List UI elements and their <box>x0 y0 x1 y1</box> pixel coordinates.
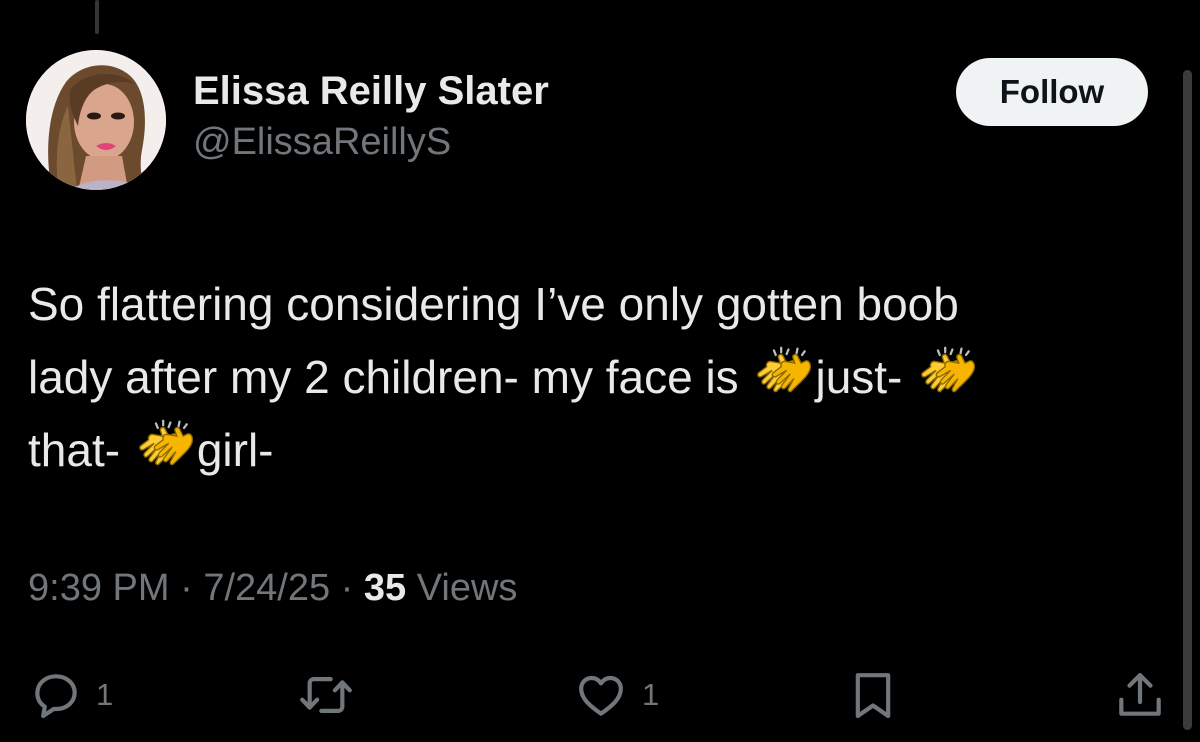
author-display-name[interactable]: Elissa Reilly Slater <box>193 68 549 114</box>
avatar-photo <box>26 50 166 190</box>
tweet-text-segment: girl- <box>196 424 274 476</box>
reply-count: 1 <box>96 677 114 712</box>
tweet-text-line: lady after my 2 children- my face is jus… <box>28 341 1148 414</box>
heart-icon <box>579 675 623 716</box>
tweet-text-segment: just- <box>815 351 916 403</box>
tweet-date[interactable]: 7/24/25 <box>203 567 330 609</box>
author-handle[interactable]: @ElissaReillyS <box>193 118 549 166</box>
bookmark-button[interactable] <box>845 660 901 730</box>
tweet-text-line: So flattering considering I’ve only gott… <box>28 268 1148 341</box>
meta-separator: · <box>340 567 354 609</box>
clapping-hands-emoji <box>921 346 976 393</box>
like-button[interactable]: 1 <box>572 660 659 730</box>
tweet-time[interactable]: 9:39 PM <box>28 567 170 609</box>
thread-connector-line <box>95 0 99 34</box>
share-button[interactable] <box>1112 660 1168 730</box>
tweet-header: Elissa Reilly Slater @ElissaReillyS Foll… <box>26 50 1156 190</box>
follow-button[interactable]: Follow <box>956 58 1148 126</box>
like-count: 1 <box>642 677 660 712</box>
tweet-text-segment: that- <box>28 424 133 476</box>
share-upload-icon <box>1119 673 1161 716</box>
tweet-text-segment: lady after my 2 children- my face is <box>28 351 752 403</box>
tweet-body: So flattering considering I’ve only gott… <box>28 268 1148 487</box>
clapping-hands-emoji <box>757 346 812 393</box>
clapping-hands-emoji <box>139 419 193 466</box>
author-avatar[interactable] <box>26 50 166 190</box>
reply-button[interactable]: 1 <box>28 660 113 730</box>
views-label[interactable]: Views <box>417 567 518 609</box>
author-names: Elissa Reilly Slater @ElissaReillyS <box>193 68 549 166</box>
tweet-meta: 9:39 PM · 7/24/25 · 35 Views <box>28 563 517 613</box>
tweet-text-line: that- girl- <box>28 414 1148 487</box>
tweet-text-segment: So flattering considering I’ve only gott… <box>28 278 959 330</box>
repost-arrows-icon <box>300 677 352 713</box>
tweet-action-bar: 1 1 <box>0 660 1200 730</box>
views-count[interactable]: 35 <box>364 567 406 609</box>
meta-separator: · <box>180 567 193 609</box>
repost-button[interactable] <box>295 660 357 730</box>
scroll-indicator[interactable] <box>1183 70 1192 730</box>
bookmark-icon <box>855 673 891 719</box>
speech-bubble-icon <box>35 674 77 719</box>
